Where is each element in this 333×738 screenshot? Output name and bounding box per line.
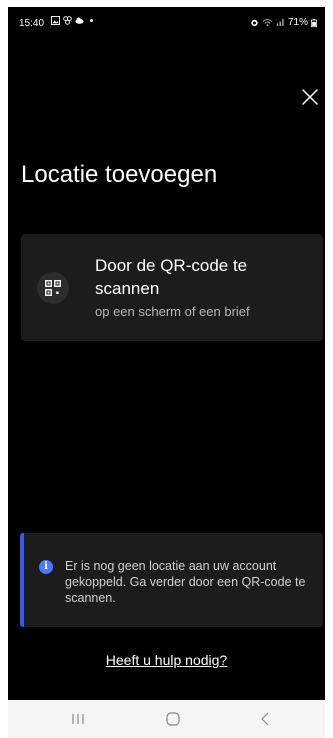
- link-icon: [63, 16, 72, 25]
- home-icon: [166, 712, 180, 726]
- alarm-icon: [251, 19, 258, 27]
- qr-code-icon: [45, 280, 61, 296]
- scan-qr-subtitle: op een scherm of een brief: [95, 304, 250, 319]
- qr-icon-badge: [37, 272, 69, 304]
- status-right: 71%: [250, 17, 317, 28]
- signal-icon: [276, 18, 284, 27]
- scan-qr-option[interactable]: Door de QR-code te scannen op een scherm…: [21, 234, 323, 341]
- status-time: 15:40: [19, 18, 45, 29]
- recents-button[interactable]: [68, 711, 88, 727]
- home-button[interactable]: [163, 711, 183, 727]
- info-icon: i: [39, 560, 53, 574]
- status-left-icons: [51, 16, 96, 25]
- scan-qr-title: Door de QR-code te scannen: [95, 256, 248, 298]
- info-banner: i Er is nog geen locatie aan uw account …: [20, 533, 323, 627]
- recents-icon: [72, 714, 84, 724]
- cloud-icon: [75, 17, 84, 24]
- back-icon: [261, 712, 269, 726]
- battery-icon: [311, 18, 317, 27]
- status-bar: 15:40 71%: [8, 7, 325, 43]
- system-nav-bar: [8, 700, 325, 738]
- page-title: Locatie toevoegen: [21, 161, 218, 188]
- help-link[interactable]: Heeft u hulp nodig?: [8, 652, 325, 668]
- app-screen: 15:40 71% Locatie toevoegen Door de QR-c…: [8, 7, 325, 738]
- back-button[interactable]: [255, 711, 275, 727]
- gallery-icon: [51, 16, 60, 25]
- info-text: Er is nog geen locatie aan uw account ge…: [65, 559, 306, 605]
- battery-percent: 71%: [287, 17, 308, 28]
- close-icon: [302, 89, 318, 105]
- close-button[interactable]: [300, 87, 320, 107]
- dot-icon: [90, 19, 93, 22]
- wifi-icon: [262, 19, 273, 27]
